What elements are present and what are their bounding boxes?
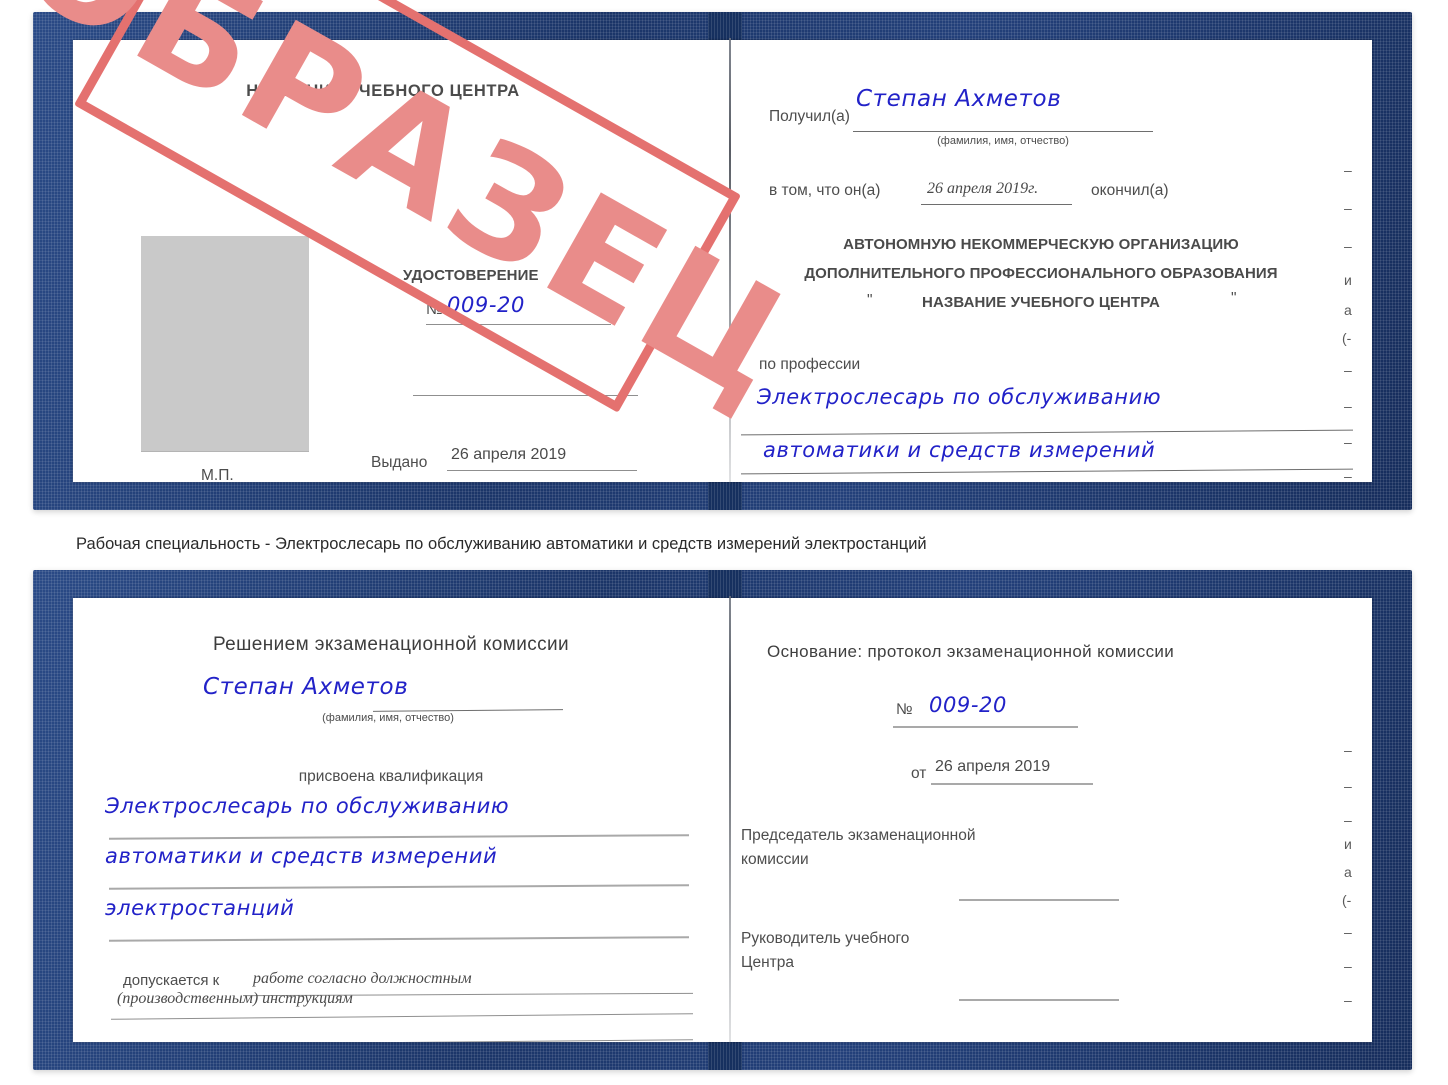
blank-rule-1 (413, 395, 638, 396)
head-of-center-line-2: Центра (741, 954, 794, 971)
qualification-rule-3 (108, 936, 690, 942)
finished-label: окончил(а) (1091, 182, 1169, 199)
protocol-number-value: 009-20 (929, 693, 1007, 717)
margin-fragment: – (1344, 200, 1352, 216)
profession-line-1: Электрослесарь по обслуживанию (757, 385, 1162, 409)
profession-rule-2 (741, 468, 1353, 475)
photo-placeholder (141, 236, 309, 452)
bottom-left-page: Решением экзаменационной комиссии Степан… (73, 598, 729, 1042)
qualification-rule-2 (108, 884, 690, 890)
margin-fragment: – (1344, 434, 1352, 450)
admitted-rule-3 (111, 1039, 693, 1042)
qualification-line-2: автоматики и средств измерений (105, 844, 498, 868)
margin-fragment: – (1344, 162, 1352, 178)
qualification-rule-1 (108, 834, 690, 840)
margin-fragment: – (1344, 958, 1352, 974)
admitted-rule-2 (111, 1013, 693, 1020)
margin-fragment: (- (1342, 892, 1352, 908)
graduate-name-value: Степан Ахметов (203, 674, 409, 700)
certificate-top: НАЗВАНИЕ УЧЕБНОГО ЦЕНТРА УДОСТОВЕРЕНИЕ №… (33, 12, 1412, 510)
margin-fragment: – (1344, 398, 1352, 414)
head-of-center-line-1: Руководитель учебного (741, 930, 910, 947)
graduate-name-hint: (фамилия, имя, отчество) (322, 712, 454, 724)
margin-fragment: а (1344, 302, 1352, 318)
profession-rule-1 (741, 429, 1353, 436)
certificate-number-label: № (426, 301, 443, 318)
basis-label: Основание: протокол экзаменационной коми… (767, 642, 1175, 661)
issued-rule (447, 470, 637, 471)
protocol-date-value: 26 апреля 2019 (935, 758, 1051, 775)
issued-label: Выдано (371, 454, 428, 471)
chairman-line-1: Председатель экзаменационной (741, 827, 976, 844)
bottom-right-page: Основание: протокол экзаменационной коми… (731, 598, 1372, 1042)
profession-line-2: автоматики и средств измерений (763, 438, 1156, 462)
in-that-label: в том, что он(а) (769, 182, 881, 199)
certificate-number-value: 009-20 (447, 293, 525, 317)
margin-fragment: – (1344, 924, 1352, 940)
protocol-date-rule (931, 783, 1093, 785)
margin-fragment: и (1344, 836, 1352, 852)
qualification-line-3: электростанций (105, 896, 295, 920)
margin-fragment: а (1344, 864, 1352, 880)
top-right-page: Получил(а) Степан Ахметов (фамилия, имя,… (731, 40, 1372, 482)
profession-label: по профессии (759, 356, 861, 373)
margin-fragment: – (1344, 992, 1352, 1008)
received-rule (853, 131, 1153, 132)
stamp-place-label: М.П. (201, 467, 234, 482)
head-of-center-signature-rule (959, 999, 1119, 1001)
margin-fragment: – (1344, 362, 1352, 378)
chairman-line-2: комиссии (741, 851, 809, 868)
certificate-number-rule (426, 324, 611, 325)
margin-fragment: (- (1342, 330, 1352, 346)
certificate-bottom-pages: Решением экзаменационной комиссии Степан… (73, 596, 1372, 1044)
organization-line-2: ДОПОЛНИТЕЛЬНОГО ПРОФЕССИОНАЛЬНОГО ОБРАЗО… (804, 265, 1278, 282)
protocol-number-label: № (896, 701, 913, 718)
admitted-value-line-1: работе согласно должностным (253, 970, 472, 987)
chairman-signature-rule (959, 899, 1119, 901)
in-that-rule (921, 204, 1072, 205)
organization-line-3: НАЗВАНИЕ УЧЕБНОГО ЦЕНТРА (922, 294, 1160, 311)
margin-fragment: и (1344, 272, 1352, 288)
organization-quote-close: " (1231, 290, 1237, 307)
margin-fragment: – (1344, 778, 1352, 794)
certificate-bottom: Решением экзаменационной комиссии Степан… (33, 570, 1412, 1070)
issued-value: 26 апреля 2019 (451, 446, 567, 463)
organization-line-1: АВТОНОМНУЮ НЕКОММЕРЧЕСКУЮ ОРГАНИЗАЦИЮ (843, 236, 1239, 253)
training-center-heading: НАЗВАНИЕ УЧЕБНОГО ЦЕНТРА (246, 82, 520, 100)
admitted-label: допускается к (123, 972, 220, 989)
margin-fragment: – (1344, 238, 1352, 254)
received-value: Степан Ахметов (856, 86, 1062, 112)
received-label: Получил(а) (769, 108, 850, 125)
commission-decision-heading: Решением экзаменационной комиссии (212, 634, 570, 655)
admitted-value-line-2: (производственным) инструкциям (117, 990, 353, 1007)
qualification-line-1: Электрослесарь по обслуживанию (105, 794, 510, 818)
top-left-page: НАЗВАНИЕ УЧЕБНОГО ЦЕНТРА УДОСТОВЕРЕНИЕ №… (73, 40, 729, 482)
protocol-number-rule (893, 726, 1078, 728)
caption-text: Рабочая специальность - Электрослесарь п… (76, 535, 927, 553)
certificate-top-pages: НАЗВАНИЕ УЧЕБНОГО ЦЕНТРА УДОСТОВЕРЕНИЕ №… (73, 38, 1372, 484)
margin-fragment: – (1344, 812, 1352, 828)
certificate-title: УДОСТОВЕРЕНИЕ (403, 267, 539, 284)
protocol-date-label: от (911, 765, 927, 782)
in-that-value: 26 апреля 2019г. (927, 180, 1039, 197)
margin-fragment: – (1344, 468, 1352, 484)
margin-fragment: – (1344, 742, 1352, 758)
qualification-label: присвоена квалификация (298, 768, 484, 785)
received-hint: (фамилия, имя, отчество) (937, 135, 1069, 147)
